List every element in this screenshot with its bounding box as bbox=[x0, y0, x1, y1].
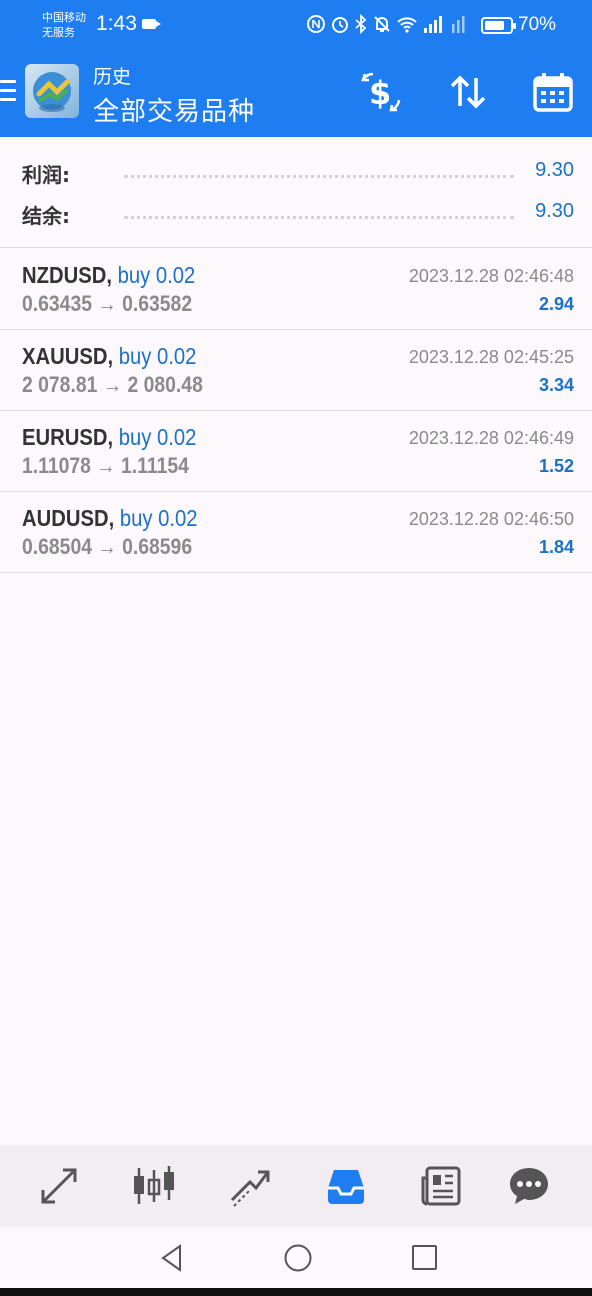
history-icon[interactable] bbox=[323, 1163, 369, 1209]
carrier-info: 中国移动 无服务 bbox=[42, 10, 86, 40]
trade-direction: buy 0.02 bbox=[118, 424, 197, 450]
trade-symbol: XAUUSD, bbox=[22, 343, 114, 369]
news-icon[interactable] bbox=[418, 1163, 464, 1209]
screen-edge bbox=[0, 1288, 592, 1296]
balance-label: 结余: bbox=[22, 204, 70, 228]
app-bar: 历史 全部交易品种 $ bbox=[0, 50, 592, 137]
deposit-dollar-icon[interactable]: $ bbox=[359, 70, 403, 114]
alarm-icon bbox=[332, 17, 348, 33]
dotted-leader bbox=[124, 216, 514, 219]
svg-text:$: $ bbox=[369, 74, 391, 112]
system-icons bbox=[306, 14, 466, 34]
messages-icon[interactable] bbox=[506, 1163, 552, 1209]
profit-row: 利润: 9.30 bbox=[22, 159, 574, 189]
trade-icon[interactable] bbox=[227, 1163, 273, 1209]
profit-label: 利润: bbox=[22, 163, 70, 187]
trade-row[interactable]: NZDUSD, buy 0.02 0.63435 → 0.63582 2023.… bbox=[0, 249, 592, 330]
trade-symbol: NZDUSD, bbox=[22, 262, 112, 288]
bottom-nav bbox=[0, 1145, 592, 1227]
trade-profit: 2.94 bbox=[538, 294, 574, 314]
page-subtitle: 历史 bbox=[93, 66, 132, 88]
trade-profit: 1.84 bbox=[538, 537, 574, 557]
summary-panel: 利润: 9.30 结余: 9.30 bbox=[0, 137, 592, 248]
back-icon[interactable] bbox=[155, 1241, 189, 1275]
trade-time: 2023.12.28 02:46:50 bbox=[408, 509, 574, 529]
trade-symbol-line: AUDUSD, buy 0.02 bbox=[22, 505, 197, 532]
sort-arrows-icon[interactable] bbox=[446, 70, 490, 114]
trade-prices: 2 078.81 → 2 080.48 bbox=[22, 372, 203, 397]
menu-icon[interactable] bbox=[0, 80, 16, 102]
home-icon[interactable] bbox=[281, 1241, 315, 1275]
app-logo bbox=[25, 64, 79, 118]
chart-icon[interactable] bbox=[131, 1163, 177, 1209]
clock: 1:43 bbox=[96, 12, 137, 35]
wifi-icon bbox=[397, 17, 417, 33]
trade-row[interactable]: XAUUSD, buy 0.02 2 078.81 → 2 080.48 202… bbox=[0, 330, 592, 411]
trade-prices: 1.11078 → 1.11154 bbox=[22, 453, 189, 478]
balance-row: 结余: 9.30 bbox=[22, 200, 574, 230]
nfc-icon bbox=[307, 15, 325, 33]
battery-percent: 70% bbox=[518, 14, 557, 35]
trade-prices: 0.68504 → 0.68596 bbox=[22, 534, 193, 559]
mute-bell-icon bbox=[374, 16, 390, 32]
trade-symbol-line: XAUUSD, buy 0.02 bbox=[22, 343, 196, 370]
trade-direction: buy 0.02 bbox=[117, 262, 196, 288]
trade-time: 2023.12.28 02:45:25 bbox=[408, 347, 574, 367]
dotted-leader bbox=[124, 175, 514, 178]
quotes-icon[interactable] bbox=[36, 1163, 82, 1209]
screen-record-icon bbox=[142, 19, 161, 29]
page-title[interactable]: 全部交易品种 bbox=[93, 91, 255, 128]
trade-row[interactable]: EURUSD, buy 0.02 1.11078 → 1.11154 2023.… bbox=[0, 411, 592, 492]
trade-symbol: AUDUSD, bbox=[22, 505, 115, 531]
trade-time: 2023.12.28 02:46:49 bbox=[408, 428, 574, 448]
trade-symbol-line: NZDUSD, buy 0.02 bbox=[22, 262, 195, 289]
bluetooth-icon bbox=[355, 14, 367, 34]
trade-row[interactable]: AUDUSD, buy 0.02 0.68504 → 0.68596 2023.… bbox=[0, 492, 592, 573]
signal-icon bbox=[424, 16, 442, 33]
balance-value: 9.30 bbox=[535, 200, 574, 222]
trade-prices: 0.63435 → 0.63582 bbox=[22, 291, 193, 316]
trade-symbol-line: EURUSD, buy 0.02 bbox=[22, 424, 196, 451]
carrier-name: 中国移动 bbox=[42, 11, 86, 24]
trade-direction: buy 0.02 bbox=[118, 343, 197, 369]
trade-symbol: EURUSD, bbox=[22, 424, 114, 450]
profit-value: 9.30 bbox=[535, 159, 574, 181]
trade-profit: 3.34 bbox=[538, 375, 574, 395]
signal-x-icon bbox=[452, 16, 465, 33]
trade-list: NZDUSD, buy 0.02 0.63435 → 0.63582 2023.… bbox=[0, 249, 592, 573]
status-bar: 中国移动 无服务 1:43 70% bbox=[0, 0, 592, 50]
trade-profit: 1.52 bbox=[538, 456, 574, 476]
system-nav-bar bbox=[0, 1227, 592, 1288]
trade-time: 2023.12.28 02:46:48 bbox=[408, 266, 574, 286]
calendar-icon[interactable] bbox=[531, 70, 575, 114]
recents-icon[interactable] bbox=[408, 1241, 442, 1275]
trade-direction: buy 0.02 bbox=[119, 505, 198, 531]
carrier-service: 无服务 bbox=[42, 26, 75, 39]
battery-icon bbox=[481, 17, 516, 34]
